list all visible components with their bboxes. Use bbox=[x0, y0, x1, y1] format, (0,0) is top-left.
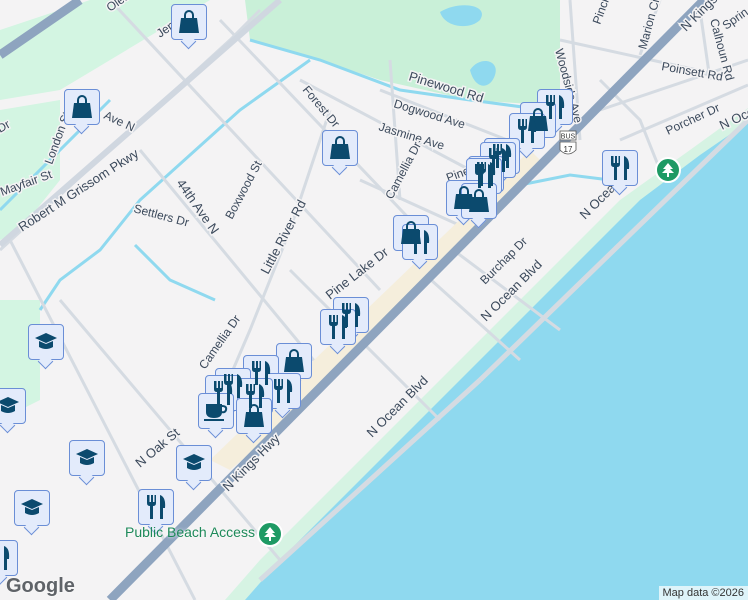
school-marker[interactable] bbox=[14, 490, 50, 526]
graduation-cap-icon bbox=[0, 397, 19, 413]
coffee-cup-icon bbox=[204, 404, 228, 421]
park-tree-icon[interactable] bbox=[655, 157, 681, 183]
us-17-business-shield: BUS 17 bbox=[559, 130, 577, 155]
label-little-river-rd: Little River Rd bbox=[257, 197, 309, 276]
label-settlers-dr: Settlers Dr bbox=[132, 201, 190, 229]
shopping-marker[interactable] bbox=[236, 398, 272, 434]
shopping-bag-icon bbox=[72, 95, 92, 118]
shopping-bag-icon bbox=[330, 136, 350, 159]
school-marker[interactable] bbox=[69, 440, 105, 476]
graduation-cap-icon bbox=[183, 454, 205, 470]
graduation-cap-icon bbox=[21, 499, 43, 515]
map-attribution[interactable]: Map data ©2026 bbox=[658, 586, 748, 600]
graduation-cap-icon bbox=[35, 333, 57, 349]
google-logo: Google bbox=[6, 575, 75, 597]
label-boxwood-st: Boxwood St bbox=[222, 158, 265, 222]
svg-text:BUS: BUS bbox=[561, 134, 576, 141]
fork-knife-icon bbox=[611, 156, 630, 180]
restaurant-marker[interactable] bbox=[602, 150, 638, 186]
svg-text:17: 17 bbox=[564, 145, 573, 154]
shopping-marker[interactable] bbox=[322, 130, 358, 166]
fork-knife-icon bbox=[475, 164, 494, 188]
public-beach-access-label[interactable]: Public Beach Access bbox=[125, 524, 255, 540]
map-canvas[interactable]: Robert M Grissom Pkwy 44th Ave N Little … bbox=[0, 0, 748, 600]
label-pinckney: Pinckn bbox=[590, 0, 615, 26]
shopping-bag-icon bbox=[284, 349, 304, 372]
shopping-marker[interactable] bbox=[171, 4, 207, 40]
fork-knife-icon bbox=[274, 379, 293, 403]
school-marker[interactable] bbox=[0, 388, 26, 424]
school-marker[interactable] bbox=[28, 324, 64, 360]
label-camellia-dr: Camellia Dr bbox=[382, 139, 424, 201]
restaurant-marker[interactable] bbox=[0, 540, 18, 576]
shopping-bag-icon bbox=[179, 10, 199, 33]
shopping-bag-icon bbox=[244, 404, 264, 427]
restaurant-marker[interactable] bbox=[138, 489, 174, 525]
graduation-cap-icon bbox=[76, 449, 98, 465]
label-ave-n: Ave N bbox=[102, 108, 137, 134]
shopping-bag-icon bbox=[469, 189, 489, 212]
label-pine-lake-dr: Pine Lake Dr bbox=[323, 244, 392, 303]
fork-knife-icon bbox=[329, 315, 348, 339]
label-spring: Sprin bbox=[720, 5, 748, 33]
fork-knife-icon bbox=[4, 546, 10, 570]
fork-knife-icon bbox=[147, 495, 166, 519]
public-beach-access-tree-icon[interactable] bbox=[257, 521, 283, 547]
school-marker[interactable] bbox=[176, 445, 212, 481]
fork-knife-icon bbox=[411, 230, 430, 254]
fork-knife-icon bbox=[518, 119, 537, 143]
shopping-marker[interactable] bbox=[64, 89, 100, 125]
